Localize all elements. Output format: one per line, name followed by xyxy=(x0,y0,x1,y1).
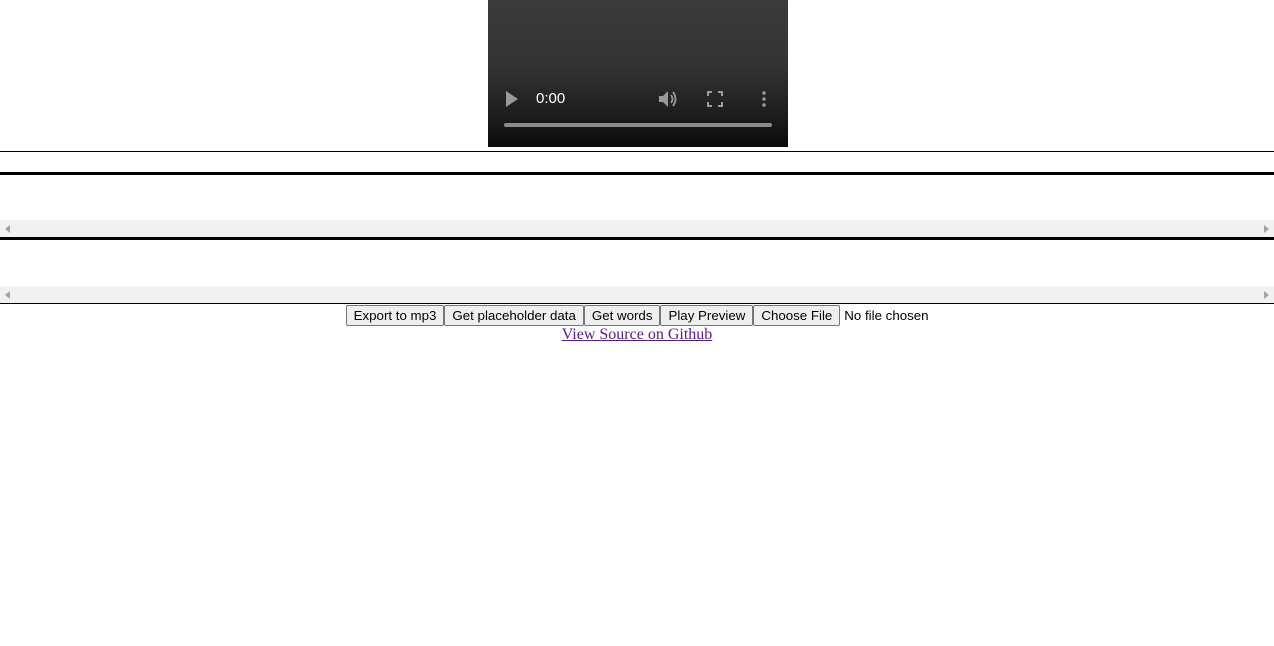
get-words-button[interactable]: Get words xyxy=(583,305,661,326)
video-progress-bar[interactable] xyxy=(504,123,772,127)
export-mp3-button[interactable]: Export to mp3 xyxy=(345,305,445,326)
divider-top xyxy=(0,151,1274,152)
fullscreen-icon[interactable] xyxy=(707,91,723,107)
editor-page: 0:00 Export to mp3 Get placeholder data Ge… xyxy=(0,0,1274,646)
toolbar: Export to mp3 Get placeholder data Get wor… xyxy=(0,305,1274,326)
track-2[interactable] xyxy=(0,240,1274,286)
file-status-text: No file chosen xyxy=(844,308,929,323)
divider-bottom xyxy=(0,303,1274,304)
video-time: 0:00 xyxy=(536,90,566,107)
scroll-right-arrow-icon[interactable] xyxy=(1264,291,1269,299)
track-1[interactable] xyxy=(0,175,1274,220)
scroll-left-arrow-icon[interactable] xyxy=(5,225,10,233)
volume-icon[interactable] xyxy=(658,90,678,108)
footer: View Source on Github xyxy=(0,326,1274,344)
play-icon[interactable] xyxy=(505,90,519,108)
play-preview-button[interactable]: Play Preview xyxy=(660,305,754,326)
track-2-scrollbar[interactable] xyxy=(0,286,1274,303)
file-input[interactable]: Choose File No file chosen xyxy=(753,305,929,326)
track-1-scrollbar[interactable] xyxy=(0,220,1274,237)
video-player[interactable]: 0:00 xyxy=(488,0,788,147)
more-vert-icon[interactable] xyxy=(758,89,770,109)
scroll-right-arrow-icon[interactable] xyxy=(1264,225,1269,233)
choose-file-button[interactable]: Choose File xyxy=(753,305,841,326)
view-source-link[interactable]: View Source on Github xyxy=(562,326,713,343)
scroll-left-arrow-icon[interactable] xyxy=(5,291,10,299)
get-placeholder-data-button[interactable]: Get placeholder data xyxy=(444,305,584,326)
